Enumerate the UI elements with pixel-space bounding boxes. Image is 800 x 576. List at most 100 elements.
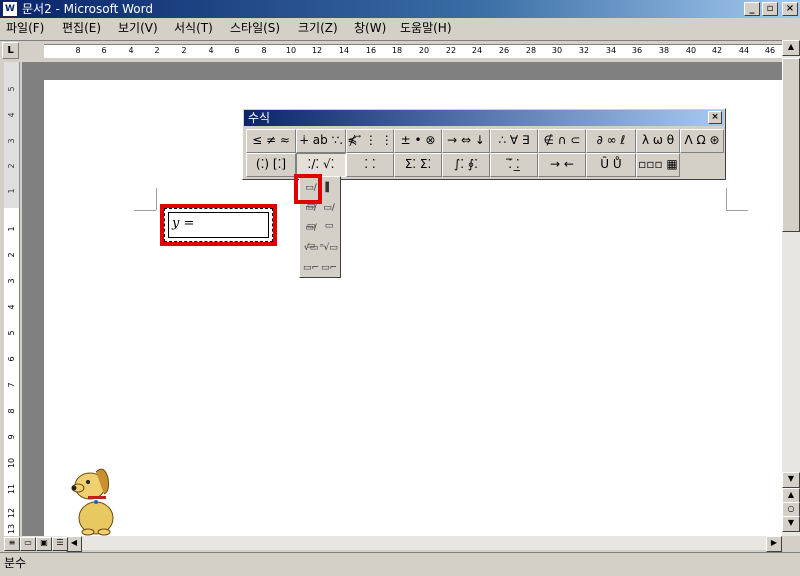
- ruler-label: 2: [7, 252, 16, 258]
- ruler-label: 22: [445, 46, 457, 55]
- ruler-label: 12: [311, 46, 323, 55]
- office-assistant-dog-icon[interactable]: [66, 460, 122, 536]
- greek-uppercase-button[interactable]: Λ Ω ⊛: [680, 129, 724, 153]
- long-division-with-quotient-option[interactable]: ▭⌐: [320, 259, 338, 277]
- ruler-label: 36: [631, 46, 643, 55]
- window-title: 문서2 - Microsoft Word: [22, 2, 153, 16]
- print-layout-icon[interactable]: ▣: [36, 537, 52, 551]
- status-text: 분수: [4, 556, 27, 570]
- ruler-label: 4: [208, 46, 214, 55]
- ruler-label: 30: [551, 46, 563, 55]
- ruler-label: 46: [764, 46, 776, 55]
- scroll-down-icon[interactable]: ▼: [782, 472, 800, 488]
- nth-root-option[interactable]: ⁿ√▭: [320, 239, 338, 257]
- fraction-option-highlight: [294, 174, 322, 204]
- menu-size[interactable]: 크기(Z): [298, 20, 338, 36]
- subscript-superscript-button[interactable]: ⁚ ⁚: [346, 153, 394, 177]
- scroll-right-icon[interactable]: ▶: [766, 536, 782, 552]
- web-layout-icon[interactable]: ▭: [20, 537, 36, 551]
- ruler-label: 6: [7, 356, 16, 362]
- ruler-label: 6: [234, 46, 240, 55]
- tab-stop-selector[interactable]: L: [2, 42, 19, 59]
- menu-file[interactable]: 파일(F): [6, 20, 44, 36]
- menu-format[interactable]: 서식(T): [174, 20, 213, 36]
- small-slash-fraction-option[interactable]: ▭/▭: [320, 199, 338, 231]
- ruler-label: 4: [128, 46, 134, 55]
- ruler-label: 40: [685, 46, 697, 55]
- ruler-label: 4: [7, 304, 16, 310]
- equation-text: y =: [172, 216, 195, 231]
- margin-guide: [134, 210, 156, 211]
- normal-view-icon[interactable]: ≡: [4, 537, 20, 551]
- scroll-left-icon[interactable]: ◀: [66, 536, 82, 552]
- square-root-option[interactable]: √▭: [302, 239, 320, 257]
- ruler-label: 8: [261, 46, 267, 55]
- underbar-overbar-button[interactable]: ⁚̅ ⁚̲: [490, 153, 538, 177]
- minimize-button[interactable]: _: [744, 2, 760, 16]
- ruler-label: 26: [498, 46, 510, 55]
- margin-guide: [726, 210, 748, 211]
- summation-templates-button[interactable]: Σ⁚ Σ⁚: [394, 153, 442, 177]
- equation-toolbar-title[interactable]: 수식: [244, 110, 724, 126]
- ruler-label: 7: [7, 382, 16, 388]
- ruler-label: 12: [7, 507, 16, 519]
- ruler-label: 2: [154, 46, 160, 55]
- outline-view-icon[interactable]: ☰: [52, 537, 68, 551]
- misc-symbols-button[interactable]: ∂ ∞ ℓ: [586, 129, 636, 153]
- status-bar: [0, 552, 800, 576]
- spaces-ellipses-button[interactable]: ∔ ab ∵.: [296, 129, 346, 153]
- restore-button[interactable]: ▫: [762, 2, 778, 16]
- scroll-thumb[interactable]: [782, 58, 800, 232]
- embellishments-button[interactable]: ⋠ ⃗ ⋮ ⋮: [346, 129, 394, 153]
- empty-slot: [320, 219, 338, 237]
- ruler-label: 24: [471, 46, 483, 55]
- ruler-label: 42: [711, 46, 723, 55]
- greek-lowercase-button[interactable]: λ ω θ: [636, 129, 680, 153]
- baseline-slash-option[interactable]: ▭/▭: [302, 219, 320, 251]
- ruler-label: 2: [181, 46, 187, 55]
- menu-help[interactable]: 도움말(H): [400, 20, 452, 36]
- set-theory-button[interactable]: ∉ ∩ ⊂: [538, 129, 586, 153]
- ruler-label: 44: [738, 46, 750, 55]
- menu-window[interactable]: 창(W): [354, 20, 386, 36]
- close-button[interactable]: ×: [782, 2, 798, 16]
- word-icon[interactable]: W: [2, 1, 18, 17]
- margin-guide: [156, 188, 157, 210]
- ruler-label: 8: [7, 408, 16, 414]
- ruler-label: 32: [578, 46, 590, 55]
- ruler-label: 14: [338, 46, 350, 55]
- ruler-label: 20: [418, 46, 430, 55]
- horizontal-scrollbar[interactable]: ◀ ▶: [22, 536, 782, 552]
- ruler-label: 6: [101, 46, 107, 55]
- ruler-label: 18: [391, 46, 403, 55]
- close-icon[interactable]: ×: [708, 111, 722, 124]
- relational-symbols-button[interactable]: ≤ ≠ ≈: [246, 129, 296, 153]
- ruler-label: 16: [365, 46, 377, 55]
- ruler-label: 10: [7, 457, 16, 469]
- menu-edit[interactable]: 편집(E): [62, 20, 101, 36]
- next-page-icon[interactable]: ▼: [782, 516, 800, 532]
- scroll-up-icon[interactable]: ▲: [782, 40, 800, 56]
- ruler-label: 8: [75, 46, 81, 55]
- menu-view[interactable]: 보기(V): [118, 20, 158, 36]
- labeled-arrow-button[interactable]: → ←: [538, 153, 586, 177]
- ruler-label: 38: [658, 46, 670, 55]
- margin-guide: [726, 188, 727, 210]
- logical-symbols-button[interactable]: ∴ ∀ ∃: [490, 129, 538, 153]
- horizontal-ruler[interactable]: 8 6 4 2 2 4 6 8 10 12 14 16 18 20 22 24 …: [44, 44, 784, 58]
- fence-templates-button[interactable]: (⁚) [⁚]: [246, 153, 296, 177]
- menu-style[interactable]: 스타일(S): [230, 20, 280, 36]
- small-fraction-option[interactable]: ▌: [320, 179, 338, 197]
- long-division-option[interactable]: ▭⌐: [302, 259, 320, 277]
- ruler-label: 11: [7, 483, 16, 495]
- integral-templates-button[interactable]: ∫⁚ ∮⁚: [442, 153, 490, 177]
- arrow-symbols-button[interactable]: → ⇔ ↓: [442, 129, 490, 153]
- vertical-scrollbar[interactable]: ▲ ▼ ▲ ○ ▼: [782, 40, 800, 536]
- products-set-button[interactable]: Ū Ů: [586, 153, 636, 177]
- ruler-label: 28: [525, 46, 537, 55]
- ruler-label: 5: [7, 330, 16, 336]
- matrix-templates-button[interactable]: ▫▫▫ ▦: [636, 153, 680, 177]
- operator-symbols-button[interactable]: ± • ⊗: [394, 129, 442, 153]
- ruler-label: 3: [7, 278, 16, 284]
- ruler-label: 1: [7, 226, 16, 232]
